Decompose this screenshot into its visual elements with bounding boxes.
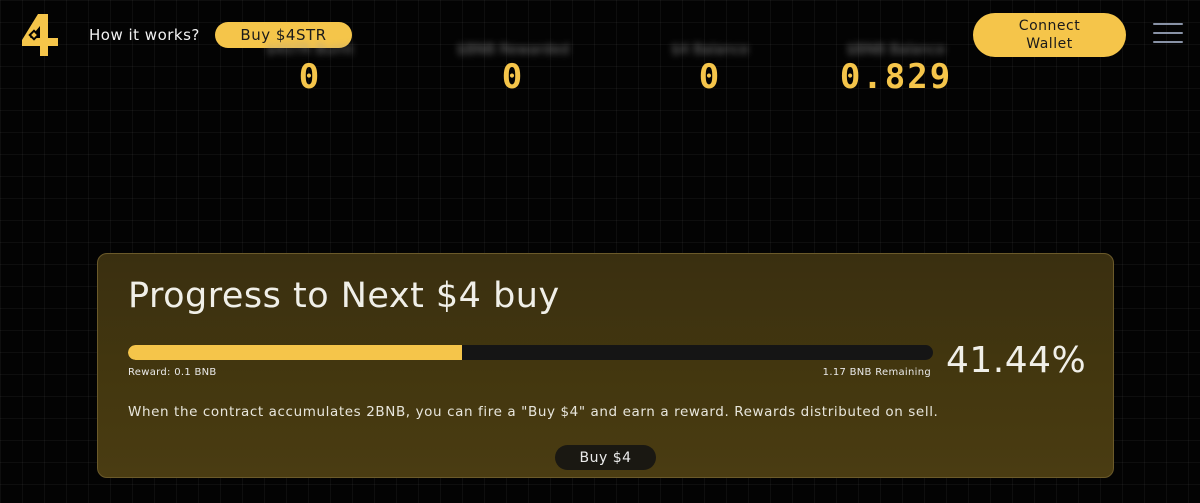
progress-bar <box>128 345 933 360</box>
menu-line <box>1153 32 1183 34</box>
stat-value: 0 <box>698 57 722 97</box>
buy-4-button[interactable]: Buy $4 <box>555 445 656 470</box>
stat-value: 0.829 <box>839 57 953 97</box>
logo-icon[interactable] <box>22 14 60 56</box>
stat-bnb-rewarded: $BNB Rewarded 0 <box>413 42 613 96</box>
progress-percent: 41.44% <box>946 340 1087 381</box>
stat-label: $BNB Rewarded <box>456 42 570 58</box>
progress-card: Progress to Next $4 buy Reward: 0.1 BNB … <box>97 253 1114 478</box>
connect-wallet-label: Connect Wallet <box>1018 18 1081 52</box>
stat-value: 0 <box>298 57 322 97</box>
stat-label: $BNB Balance <box>846 42 946 58</box>
progress-description: When the contract accumulates 2BNB, you … <box>128 404 939 420</box>
stat-value: 0 <box>501 57 525 97</box>
stat-label: $4STR Burnt <box>266 42 354 58</box>
progress-bar-fill <box>128 345 462 360</box>
reward-text: Reward: 0.1 BNB <box>128 367 217 378</box>
hamburger-menu-icon[interactable] <box>1153 23 1183 47</box>
stat-bnb-balance: $BNB Balance 0.829 <box>796 42 996 96</box>
menu-line <box>1153 41 1183 43</box>
stat-4-balance: $4 Balance 0 <box>610 42 810 96</box>
remaining-text: 1.17 BNB Remaining <box>822 367 931 378</box>
stat-token-burnt: $4STR Burnt 0 <box>210 42 410 96</box>
stat-label: $4 Balance <box>670 42 750 58</box>
how-it-works-link[interactable]: How it works? <box>89 26 200 44</box>
menu-line <box>1153 23 1183 25</box>
progress-title: Progress to Next $4 buy <box>128 276 560 316</box>
